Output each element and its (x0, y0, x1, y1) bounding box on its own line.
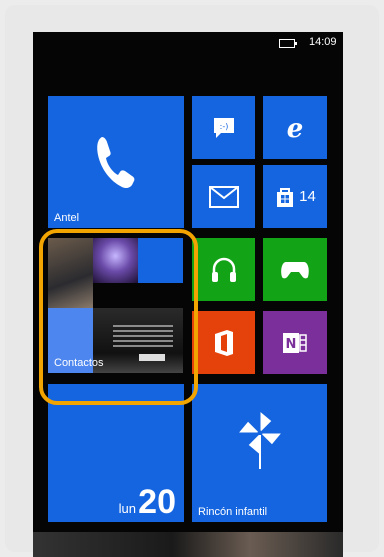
contact-photo (138, 238, 183, 283)
battery-icon (279, 39, 297, 48)
tile-phone-label: Antel (54, 212, 80, 224)
tile-messaging[interactable]: :-) (192, 96, 255, 159)
tile-kids-corner[interactable]: Rincón infantil (192, 384, 327, 522)
xbox-controller-icon (263, 238, 327, 301)
tile-contacts-label: Contactos (54, 357, 104, 369)
tile-mail[interactable] (192, 165, 255, 228)
store-icon (277, 187, 294, 207)
tile-music[interactable] (192, 238, 255, 301)
store-tile-content: 14 (263, 165, 327, 228)
tile-kids-corner-label: Rincón infantil (198, 506, 268, 518)
chat-bubble-icon: :-) (192, 96, 255, 159)
internet-explorer-icon: e (263, 96, 327, 159)
pinwheel-icon (192, 384, 327, 494)
svg-text:e: e (287, 115, 304, 141)
contact-photo (48, 238, 93, 308)
tile-xbox-games[interactable] (263, 238, 327, 301)
onenote-icon: N (263, 311, 327, 374)
svg-text::-): :-) (219, 122, 228, 131)
tile-phone[interactable]: Antel (48, 96, 184, 228)
store-badge: 14 (299, 188, 316, 205)
tile-onenote[interactable]: N (263, 311, 327, 374)
status-time: 14:09 (309, 36, 337, 48)
calendar-day: lun (118, 501, 136, 516)
phone-screen: 14:09 Antel :-) e 14 Contactos N lun 20 … (33, 32, 343, 557)
svg-text:N: N (286, 337, 297, 352)
contact-photo (93, 308, 183, 373)
tile-contacts[interactable]: Contactos (48, 238, 184, 373)
office-icon (192, 311, 255, 374)
tile-office[interactable] (192, 311, 255, 374)
headphones-icon (192, 238, 255, 301)
tile-internet-explorer[interactable]: e (263, 96, 327, 159)
next-tile-row-preview (33, 532, 343, 557)
calendar-date: 20 (138, 483, 176, 521)
status-bar: 14:09 (33, 32, 343, 54)
contact-photo (93, 283, 183, 308)
tile-calendar[interactable]: lun 20 (48, 384, 184, 522)
mail-icon (192, 165, 255, 228)
phone-icon (48, 96, 184, 228)
tile-store[interactable]: 14 (263, 165, 327, 228)
contact-photo (93, 238, 138, 283)
